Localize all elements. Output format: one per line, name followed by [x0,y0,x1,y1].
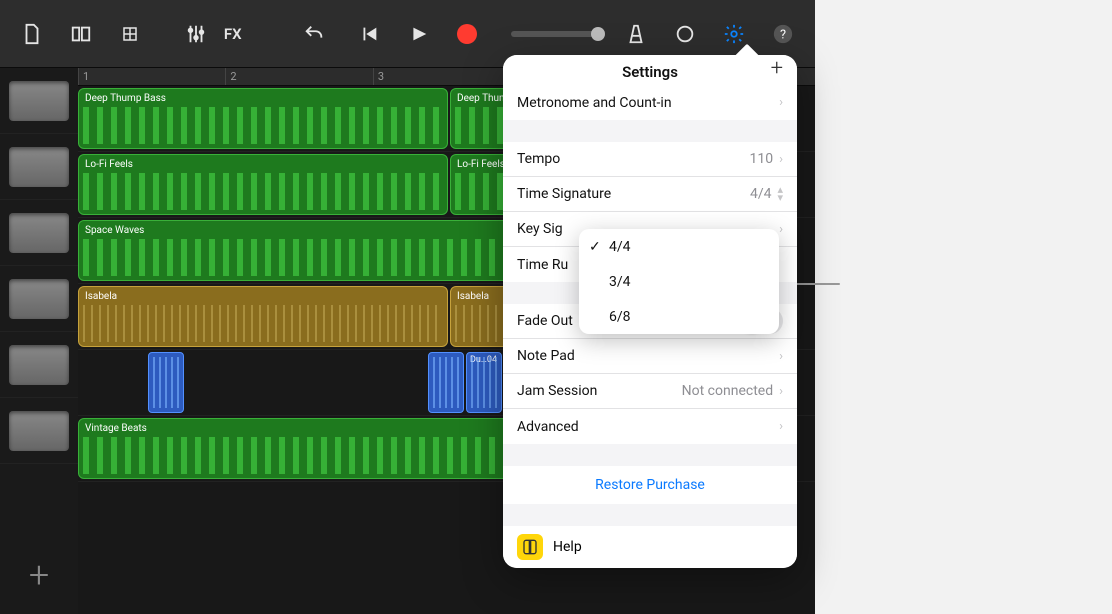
sampler-2-icon [9,411,69,451]
time-signature-row[interactable]: Time Signature 4/4 ▴▾ [503,177,797,212]
record-icon[interactable] [446,12,489,56]
chevron-right-icon: › [779,152,783,167]
time-signature-option[interactable]: 4/4 [579,229,779,264]
audio-clip[interactable] [148,352,184,413]
time-signature-label: Time Signature [517,186,611,202]
jam-session-value: Not connected [682,383,773,399]
instrument-cell-keyboard[interactable] [0,200,78,266]
updown-icon: ▴▾ [777,186,783,202]
new-project-icon[interactable] [10,12,53,56]
time-ruler-label: Time Ru [517,257,568,273]
add-track-button[interactable]: + [10,546,68,604]
region-content [83,173,443,210]
region-label: Isabela [85,291,117,302]
region-label: Deep Thump Bass [85,93,166,104]
metronome-row[interactable]: Metronome and Count-in › [503,85,797,120]
drum-machine-icon [9,147,69,187]
time-signature-option[interactable]: 3/4 [579,264,779,299]
instrument-cell-sampler-2[interactable] [0,398,78,464]
region[interactable]: Lo-Fi Feels [78,154,448,215]
restore-purchase-button[interactable]: Restore Purchase [503,466,797,504]
advanced-label: Advanced [517,419,579,435]
help-label: Help [553,539,582,555]
sampler-icon [9,345,69,385]
mixer-icon[interactable] [175,12,218,56]
shaker-icon [9,279,69,319]
audio-clip[interactable]: Du…04 [466,352,502,413]
note-pad-row[interactable]: Note Pad › [503,339,797,374]
ruler-tick: 2 [225,68,372,85]
region-label: Lo-Fi Feels [457,159,505,170]
time-signature-option[interactable]: 6/8 [579,299,779,334]
svg-text:?: ? [780,27,786,42]
region-content [83,107,443,144]
tempo-row[interactable]: Tempo 110 › [503,142,797,177]
ruler-tick: 1 [78,68,225,85]
fade-out-label: Fade Out [517,313,573,329]
app-window: FX ? + 12345 Deep Thump BassDeep ThumLo-… [0,0,1112,614]
region-label: Vintage Beats [85,423,147,434]
synth-icon [9,81,69,121]
instrument-cell-sampler[interactable] [0,332,78,398]
region-label: Isabela [457,291,489,302]
help-icon[interactable]: ? [762,12,805,56]
region[interactable]: Space Waves [78,220,518,281]
time-signature-dropdown[interactable]: 4/43/46/8 [579,229,779,334]
jam-session-row[interactable]: Jam Session Not connected › [503,374,797,409]
waveform-icon [471,357,497,408]
keyboard-icon [9,213,69,253]
waveform-icon [153,357,179,408]
instrument-cell-drum-machine[interactable] [0,134,78,200]
region-label: Deep Thum [457,93,508,104]
grid-icon[interactable] [108,12,151,56]
instrument-cell-shaker[interactable] [0,266,78,332]
help-book-icon [517,534,543,560]
instrument-cell-synth[interactable] [0,68,78,134]
audio-clip[interactable] [428,352,464,413]
tempo-value: 110 [749,151,773,167]
key-signature-label: Key Sig [517,221,563,237]
region-label: Space Waves [85,225,144,236]
metronome-label: Metronome and Count-in [517,95,672,111]
fx-button[interactable]: FX [224,12,242,56]
metronome-icon[interactable] [615,12,658,56]
offscreen-background [815,0,1112,614]
loop-icon[interactable] [664,12,707,56]
volume-slider[interactable] [511,31,599,37]
note-pad-label: Note Pad [517,348,575,364]
region-content [83,239,513,276]
chevron-right-icon: › [779,95,783,110]
region-label: Lo-Fi Feels [85,159,133,170]
instrument-column: + [0,68,78,614]
region[interactable]: Deep Thump Bass [78,88,448,149]
help-row[interactable]: Help [503,526,797,568]
chevron-right-icon: › [779,349,783,364]
view-layout-icon[interactable] [59,12,102,56]
chevron-right-icon: › [779,384,783,399]
time-signature-value: 4/4 [750,186,772,202]
chevron-right-icon: › [779,222,783,237]
region-content [83,437,513,474]
settings-title: Settings [503,63,797,81]
rewind-icon[interactable] [348,12,391,56]
waveform-icon [433,357,459,408]
advanced-row[interactable]: Advanced › [503,409,797,444]
jam-session-label: Jam Session [517,383,597,399]
settings-popover: Settings + Metronome and Count-in › Temp… [503,55,797,568]
undo-icon[interactable] [293,12,336,56]
tempo-label: Tempo [517,151,560,167]
chevron-right-icon: › [779,419,783,434]
region[interactable]: Vintage Beats [78,418,518,479]
region-content [83,305,443,342]
ruler-tick: 3 [373,68,520,85]
region[interactable]: Isabela [78,286,448,347]
play-icon[interactable] [397,12,440,56]
